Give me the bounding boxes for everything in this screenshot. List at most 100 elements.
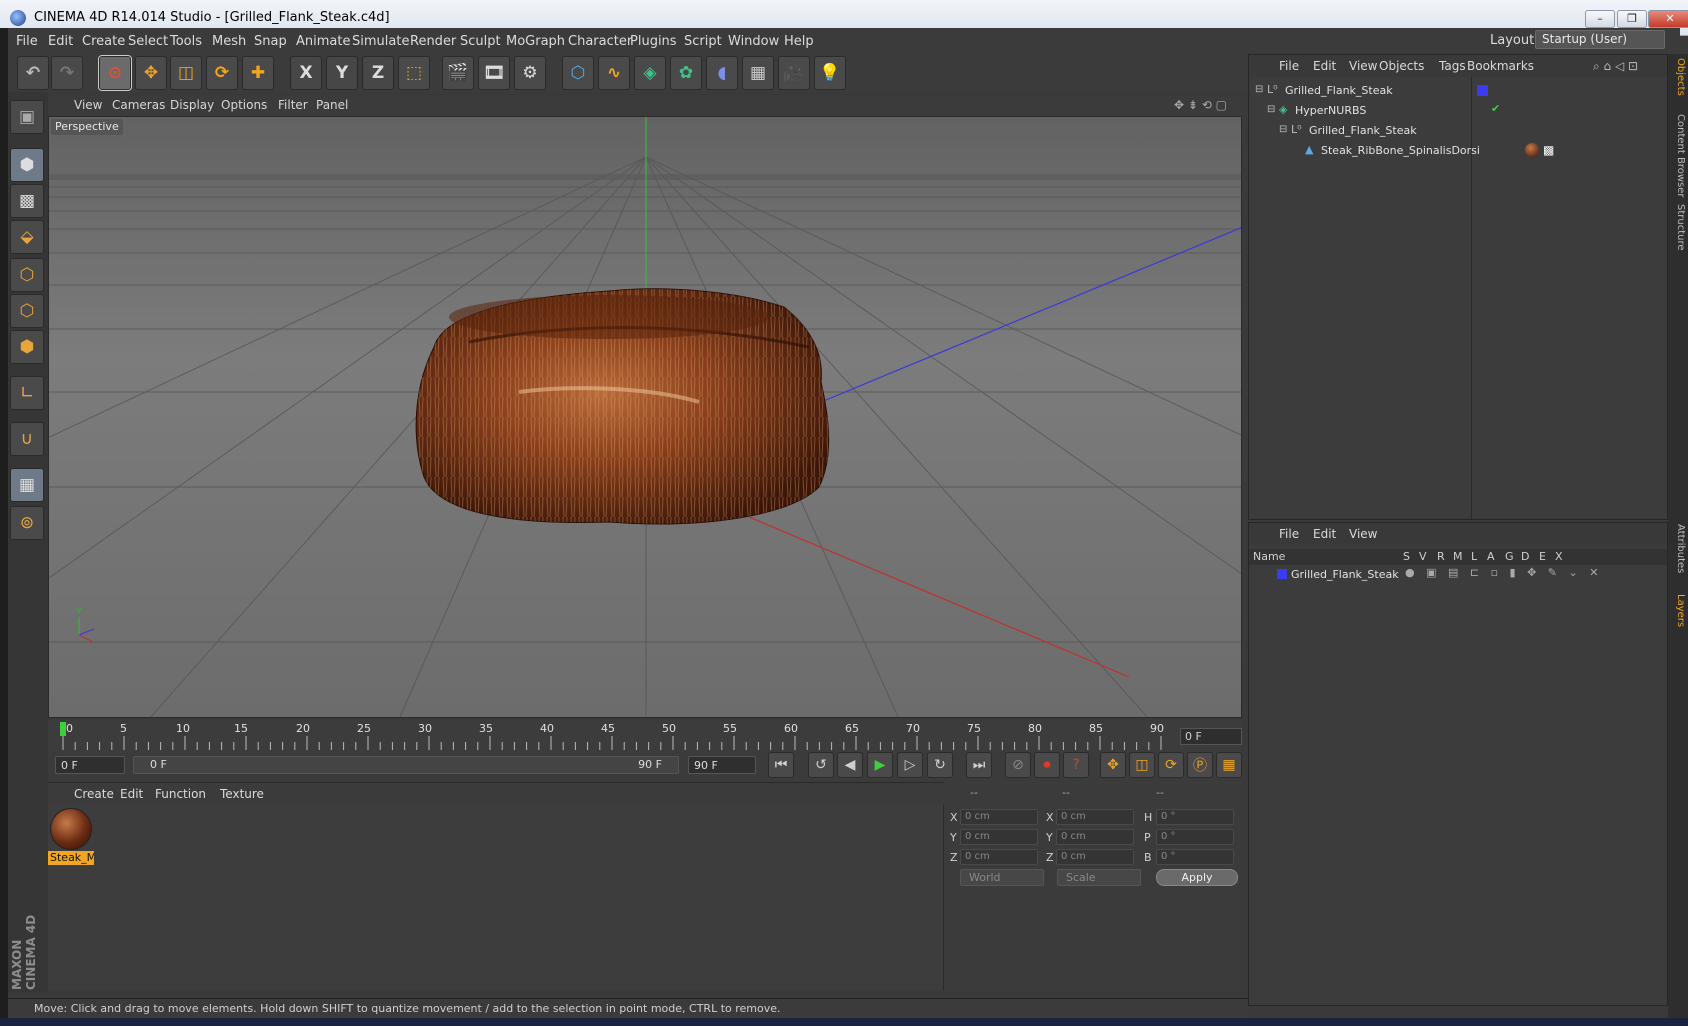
material-menu-texture[interactable]: Texture bbox=[220, 787, 264, 801]
rotation-b-field[interactable]: 0 ° bbox=[1156, 849, 1234, 865]
menu-snap[interactable]: Snap bbox=[254, 34, 287, 49]
viewport-menu-panel[interactable]: Panel bbox=[316, 98, 348, 112]
floor-scene-icon[interactable]: ▦ bbox=[742, 56, 774, 90]
points-mode-icon[interactable]: ⬡ bbox=[10, 258, 44, 292]
timeline-ruler[interactable]: 0 5 10 15 20 25 30 35 40 45 50 55 60 65 … bbox=[48, 720, 1242, 754]
live-selection-icon[interactable]: ⊙ bbox=[98, 55, 132, 91]
column-generators[interactable]: G bbox=[1505, 550, 1514, 563]
next-frame-icon[interactable]: ▷ bbox=[897, 752, 923, 778]
auto-keying-icon[interactable]: ? bbox=[1063, 752, 1089, 778]
material-name-label[interactable]: Steak_M bbox=[48, 851, 94, 865]
viewport-menu-view[interactable]: View bbox=[74, 98, 102, 112]
cube-primitive-icon[interactable]: ⬡ bbox=[562, 56, 594, 90]
render-view-icon[interactable]: 🎬 bbox=[442, 56, 474, 90]
menu-render[interactable]: Render bbox=[410, 34, 456, 49]
polygons-mode-icon[interactable]: ⬢ bbox=[10, 330, 44, 364]
collapse-toggle-icon[interactable]: ⊟ bbox=[1279, 124, 1287, 135]
key-parameter-icon[interactable]: Ⓟ bbox=[1187, 752, 1213, 778]
previous-frame-icon[interactable]: ◀ bbox=[837, 752, 863, 778]
deformer-icon[interactable]: ◖ bbox=[706, 56, 738, 90]
object-row[interactable]: ▲ Steak_RibBone_SpinalisDorsi ▩ bbox=[1253, 141, 1663, 160]
collapse-toggle-icon[interactable]: ⊟ bbox=[1255, 84, 1263, 95]
objects-search-icon[interactable]: ⌕ ⌂ ◁ ⊡ bbox=[1593, 59, 1638, 74]
menu-select[interactable]: Select bbox=[128, 34, 168, 49]
steak-material-swatch[interactable] bbox=[50, 808, 92, 850]
column-deformers[interactable]: D bbox=[1521, 550, 1529, 563]
y-axis-lock-button[interactable]: Y bbox=[326, 56, 358, 90]
redo-icon[interactable]: ↷ bbox=[51, 56, 83, 90]
tab-structure[interactable]: Structure bbox=[1670, 204, 1686, 251]
menu-animate[interactable]: Animate bbox=[296, 34, 350, 49]
rotation-p-field[interactable]: 0 ° bbox=[1156, 829, 1234, 845]
column-manager[interactable]: M bbox=[1453, 550, 1463, 563]
z-axis-lock-button[interactable]: Z bbox=[362, 56, 394, 90]
viewport-menu-options[interactable]: Options bbox=[221, 98, 267, 112]
key-rotation-icon[interactable]: ⟳ bbox=[1158, 752, 1184, 778]
render-settings-icon[interactable]: ⚙ bbox=[514, 56, 546, 90]
undo-icon[interactable]: ↶ bbox=[17, 56, 49, 90]
apply-button[interactable]: Apply bbox=[1156, 869, 1238, 886]
menu-create[interactable]: Create bbox=[82, 34, 125, 49]
axis-mode-icon[interactable]: ∟ bbox=[10, 376, 44, 410]
size-mode-dropdown[interactable]: Scale bbox=[1057, 869, 1141, 886]
column-view[interactable]: V bbox=[1419, 550, 1427, 563]
current-frame-field[interactable]: 0 F bbox=[1180, 728, 1242, 745]
menu-simulate[interactable]: Simulate bbox=[352, 34, 409, 49]
column-name[interactable]: Name bbox=[1253, 550, 1285, 563]
objects-menu-file[interactable]: File bbox=[1279, 59, 1299, 73]
move-tool-icon[interactable]: ✥ bbox=[135, 56, 167, 90]
nurbs-icon[interactable]: ◈ bbox=[634, 56, 666, 90]
key-position-icon[interactable]: ✥ bbox=[1100, 752, 1126, 778]
column-render[interactable]: R bbox=[1437, 550, 1445, 563]
size-x-field[interactable]: 0 cm bbox=[1056, 809, 1134, 825]
menu-plugins[interactable]: Plugins bbox=[630, 34, 677, 49]
go-to-end-icon[interactable]: ⏭ bbox=[966, 752, 992, 778]
menu-mesh[interactable]: Mesh bbox=[212, 34, 246, 49]
light-bulb-icon[interactable]: 💡 bbox=[814, 56, 846, 90]
menu-mograph[interactable]: MoGraph bbox=[506, 34, 565, 49]
scale-tool-icon[interactable]: ◫ bbox=[170, 56, 202, 90]
column-expressions[interactable]: E bbox=[1539, 550, 1546, 563]
viewport-menu-filter[interactable]: Filter bbox=[278, 98, 308, 112]
size-y-field[interactable]: 0 cm bbox=[1056, 829, 1134, 845]
tab-objects[interactable]: Objects bbox=[1670, 58, 1686, 96]
snap-magnet-icon[interactable]: ∪ bbox=[10, 422, 44, 456]
position-z-field[interactable]: 0 cm bbox=[960, 849, 1038, 865]
camera-icon[interactable]: 🎥 bbox=[778, 56, 810, 90]
make-editable-icon[interactable]: ▣ bbox=[10, 100, 44, 134]
edges-mode-icon[interactable]: ⬡ bbox=[10, 294, 44, 328]
menu-help[interactable]: Help bbox=[784, 34, 814, 49]
render-picture-viewer-icon[interactable]: 🎞 bbox=[478, 56, 510, 90]
start-frame-field[interactable]: 0 F bbox=[55, 756, 125, 774]
material-menu-create[interactable]: Create bbox=[74, 787, 114, 801]
enabled-check-icon[interactable]: ✔ bbox=[1491, 102, 1500, 115]
objects-menu-objects[interactable]: Objects bbox=[1379, 59, 1424, 73]
layers-menu-file[interactable]: File bbox=[1279, 527, 1299, 541]
material-menu-function[interactable]: Function bbox=[155, 787, 206, 801]
layer-row[interactable]: Grilled_Flank_Steak ● ▣ ▤ ⊏ ▫ ▮ ✥ ✎ ⌄ ✕ bbox=[1253, 565, 1663, 584]
objects-menu-bookmarks[interactable]: Bookmarks bbox=[1467, 59, 1534, 73]
workplane-mode-icon[interactable]: ⬙ bbox=[10, 220, 44, 254]
last-tool-icon[interactable]: ✚ bbox=[242, 56, 274, 90]
layout-select[interactable]: Startup (User) bbox=[1535, 30, 1665, 49]
position-x-field[interactable]: 0 cm bbox=[960, 809, 1038, 825]
objects-menu-tags[interactable]: Tags bbox=[1439, 59, 1466, 73]
rotate-tool-icon[interactable]: ⟳ bbox=[206, 56, 238, 90]
preview-range-slider[interactable]: 0 F 90 F bbox=[133, 756, 679, 774]
texture-mode-icon[interactable]: ▩ bbox=[10, 184, 44, 218]
column-xref[interactable]: X bbox=[1555, 550, 1563, 563]
menu-character[interactable]: Character bbox=[568, 34, 632, 49]
restore-button[interactable]: ❐ bbox=[1617, 10, 1647, 28]
menu-script[interactable]: Script bbox=[684, 34, 722, 49]
record-keys-icon[interactable]: ⏺ bbox=[1034, 752, 1060, 778]
go-to-start-icon[interactable]: ⏮ bbox=[768, 752, 794, 778]
object-row[interactable]: ⊟ ◈ HyperNURBS ✔ bbox=[1253, 101, 1663, 120]
material-menu-edit[interactable]: Edit bbox=[120, 787, 143, 801]
layers-menu-edit[interactable]: Edit bbox=[1313, 527, 1336, 541]
key-scale-icon[interactable]: ◫ bbox=[1129, 752, 1155, 778]
tab-attributes[interactable]: Attributes bbox=[1670, 524, 1686, 573]
tab-layers[interactable]: Layers bbox=[1670, 594, 1686, 627]
position-y-field[interactable]: 0 cm bbox=[960, 829, 1038, 845]
spline-pen-icon[interactable]: ∿ bbox=[598, 56, 630, 90]
size-z-field[interactable]: 0 cm bbox=[1056, 849, 1134, 865]
